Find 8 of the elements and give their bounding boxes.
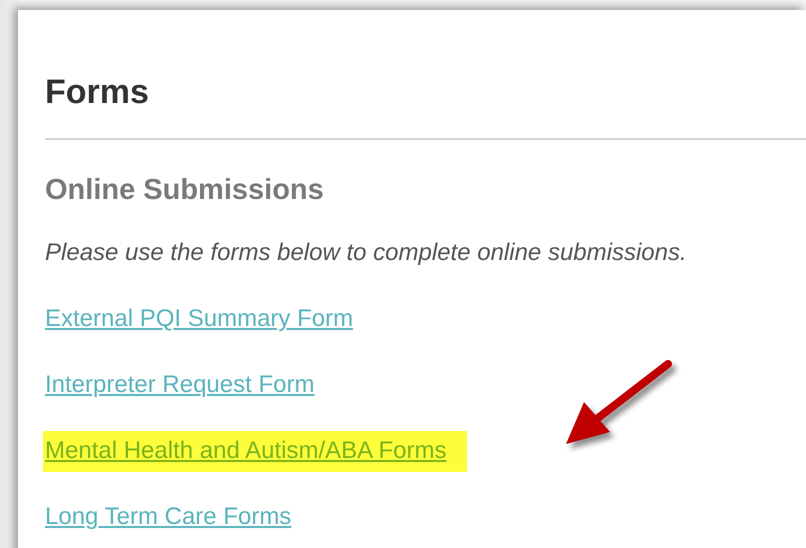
form-link[interactable]: External PQI Summary Form bbox=[45, 304, 354, 334]
annotation-arrow-icon bbox=[566, 360, 672, 444]
page-title: Forms bbox=[45, 72, 149, 113]
form-link[interactable]: Long Term Care Forms bbox=[45, 502, 292, 532]
form-link[interactable]: Interpreter Request Form bbox=[45, 370, 314, 400]
intro-text: Please use the forms below to complete online submissions. bbox=[45, 238, 687, 268]
highlighted-form-link[interactable]: Mental Health and Autism/ABA Forms bbox=[43, 431, 467, 472]
section-heading: Online Submissions bbox=[45, 173, 324, 208]
